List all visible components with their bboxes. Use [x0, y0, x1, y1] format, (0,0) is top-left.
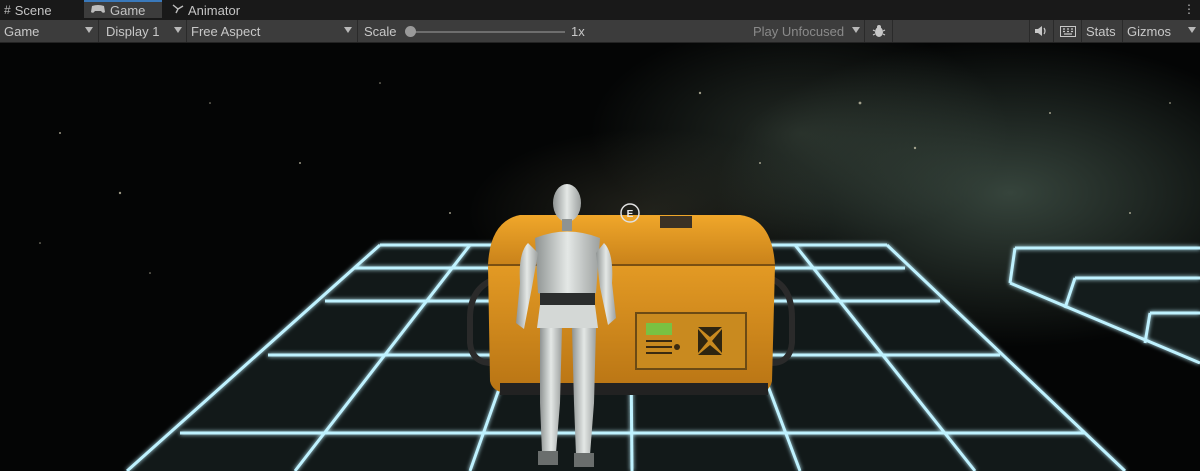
- play-mode-dropdown[interactable]: Play Unfocused: [748, 20, 864, 42]
- game-viewport[interactable]: E: [0, 43, 1200, 471]
- grid-icon: #: [4, 3, 11, 17]
- more-options-icon[interactable]: ⋮: [1183, 2, 1196, 16]
- supply-crate: [488, 215, 775, 395]
- scale-value: 1x: [571, 23, 585, 39]
- animator-icon: [172, 3, 184, 17]
- aspect-dropdown[interactable]: Free Aspect: [187, 20, 356, 42]
- divider: [892, 20, 893, 42]
- mute-audio-icon[interactable]: [1030, 20, 1052, 42]
- mode-dropdown-label: Game: [4, 23, 40, 39]
- tab-animator[interactable]: Animator: [172, 0, 262, 20]
- display-dropdown-label: Display 1: [106, 23, 160, 39]
- aspect-dropdown-label: Free Aspect: [191, 23, 261, 39]
- divider: [864, 20, 865, 42]
- chevron-down-icon: [174, 27, 182, 33]
- tab-animator-label: Animator: [188, 2, 241, 18]
- divider: [98, 20, 99, 42]
- interact-prompt-key: E: [627, 209, 634, 220]
- gizmos-button-label: Gizmos: [1127, 23, 1172, 39]
- scale-label: Scale: [364, 23, 397, 39]
- gizmos-button[interactable]: Gizmos: [1127, 20, 1171, 42]
- display-dropdown[interactable]: Display 1: [102, 20, 186, 42]
- divider: [357, 20, 358, 42]
- play-mode-label: Play Unfocused: [753, 23, 845, 39]
- scale-slider-track[interactable]: [409, 31, 565, 33]
- divider: [1081, 20, 1082, 42]
- tab-scene-label: Scene: [14, 2, 52, 18]
- game-render: E: [39, 82, 1200, 471]
- chevron-down-icon: [344, 27, 352, 33]
- gamepad-icon: [90, 3, 106, 17]
- scale-slider-handle[interactable]: [405, 26, 416, 37]
- chevron-down-icon: [852, 27, 860, 33]
- game-view-toolbar: Game Display 1 Free Aspect Scale 1x Play…: [0, 20, 1200, 43]
- chevron-down-icon: [1188, 27, 1196, 33]
- divider: [1122, 20, 1123, 42]
- gizmos-dropdown[interactable]: [1178, 20, 1200, 42]
- stats-button-label: Stats: [1086, 23, 1116, 39]
- editor-tab-bar: # Scene Game Animator ⋮: [0, 0, 1200, 20]
- bug-icon[interactable]: [867, 20, 891, 42]
- tab-game[interactable]: Game: [84, 0, 162, 18]
- tab-game-label: Game: [110, 2, 146, 18]
- divider: [1053, 20, 1054, 42]
- tab-scene[interactable]: # Scene: [4, 0, 84, 20]
- mode-dropdown[interactable]: Game: [0, 20, 97, 42]
- keyboard-shortcuts-icon[interactable]: [1055, 20, 1080, 42]
- stats-button[interactable]: Stats: [1086, 20, 1116, 42]
- chevron-down-icon: [85, 27, 93, 33]
- side-platform: [1008, 246, 1200, 365]
